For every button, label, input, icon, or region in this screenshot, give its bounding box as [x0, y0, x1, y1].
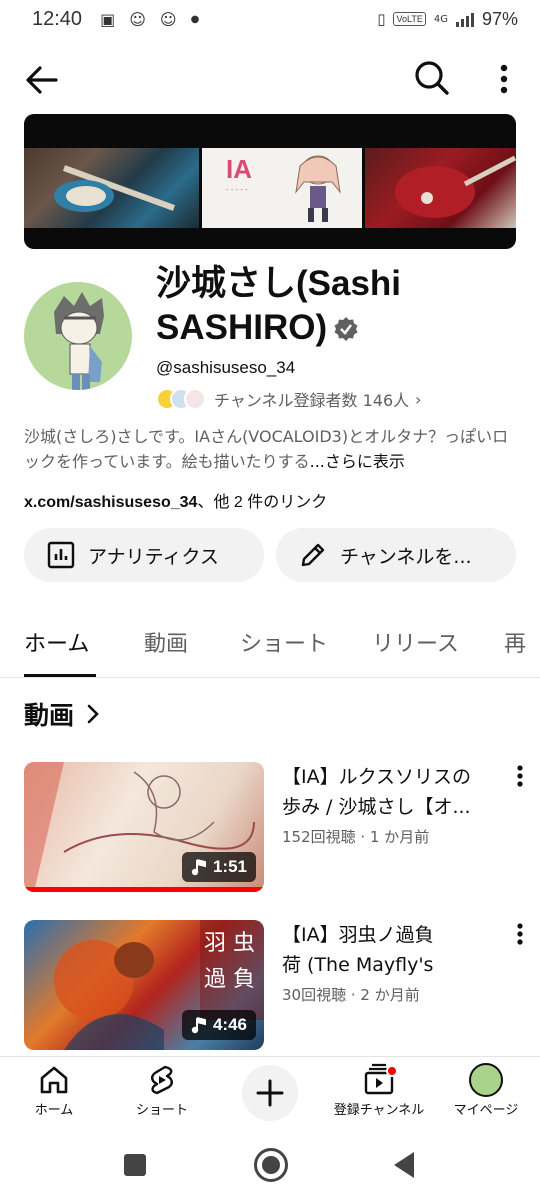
new-content-dot	[386, 1065, 398, 1077]
video-thumbnail[interactable]: 1:51	[24, 762, 264, 892]
volte-badge: VoLTE	[393, 12, 426, 26]
channel-link-more: 、他 2 件のリンク	[197, 494, 328, 511]
subscriber-avatar	[184, 388, 206, 410]
nav-subscriptions[interactable]: 登録チャンネル	[324, 1063, 434, 1118]
search-icon[interactable]	[412, 58, 452, 98]
channel-tabs: ホーム 動画 ショート リリース 再	[0, 608, 540, 678]
nav-shorts[interactable]: ショート	[108, 1063, 216, 1118]
svg-text:羽 虫: 羽 虫	[204, 931, 255, 956]
notification-icons: ▣ ☺ ☺ ●	[100, 10, 199, 29]
music-note-icon	[191, 859, 206, 876]
battery-level: 97%	[481, 8, 518, 29]
duration-badge: 1:51	[181, 852, 256, 882]
subscriber-count-text: チャンネル登録者数 146人	[214, 391, 410, 410]
show-more-link[interactable]: ...さらに表示	[309, 452, 405, 471]
video-thumbnail[interactable]: 羽 虫 過 負 4:46	[24, 920, 264, 1050]
nav-shorts-label: ショート	[135, 1103, 188, 1118]
system-home-button[interactable]	[254, 1148, 288, 1182]
tab-home[interactable]: ホーム	[24, 626, 89, 658]
more-notifications-dot-icon: ●	[190, 13, 200, 25]
music-note-icon	[191, 1017, 206, 1034]
channel-link-main: x.com/sashisuseso_34	[24, 494, 198, 511]
banner-guitar-image-right	[365, 148, 516, 228]
channel-description-text: 沙城(さしろ)さしです。IAさん(VOCALOID3)とオルタナ？っぽいロックを…	[24, 427, 509, 471]
nav-you[interactable]: マイページ	[432, 1063, 540, 1118]
watch-progress-bar	[24, 887, 264, 892]
channel-handle: @sashisuseso_34	[156, 358, 296, 377]
ia-character-illustration	[295, 155, 341, 222]
video-meta: 30回視聴 · 2 か月前	[282, 986, 420, 1004]
video-duration: 4:46	[212, 1015, 247, 1034]
video-title[interactable]: 【IA】羽虫ノ過負 荷 (The Mayfly's Overl...	[282, 920, 504, 980]
duration-badge: 4:46	[181, 1010, 256, 1040]
analytics-button[interactable]: アナリティクス	[24, 528, 264, 582]
channel-name-text: 沙城さし(Sashi SASHIRO)	[156, 264, 402, 347]
app-notification-icon-2: ☺	[159, 9, 177, 29]
status-time: 12:40	[32, 7, 83, 30]
channel-description[interactable]: 沙城(さしろ)さしです。IAさん(VOCALOID3)とオルタナ？っぽいロックを…	[24, 424, 514, 474]
vibrate-icon: ▯	[377, 10, 386, 28]
video-item[interactable]: 羽 虫 過 負 4:46 【IA】羽虫ノ過負 荷 (The Mayfly's O…	[24, 920, 540, 1050]
signal-icon	[455, 11, 474, 27]
analytics-icon	[47, 541, 75, 569]
banner-guitar-image-left	[24, 148, 199, 228]
chevron-right-icon	[87, 704, 99, 724]
channel-links[interactable]: x.com/sashisuseso_34、他 2 件のリンク	[24, 488, 327, 512]
channel-avatar[interactable]	[24, 282, 132, 390]
back-arrow-icon[interactable]	[22, 62, 62, 98]
top-app-bar	[0, 50, 540, 110]
edit-channel-button[interactable]: チャンネルを...	[276, 528, 516, 582]
tab-releases[interactable]: リリース	[372, 626, 459, 658]
video-item[interactable]: 1:51 【IA】ルクスソリスの 歩み / 沙城さし【オ... 152回視聴 ·…	[24, 762, 540, 892]
video-more-icon[interactable]	[510, 762, 530, 792]
banner-ia-subtitle-graphic: - - - - -	[226, 186, 248, 194]
app-notification-icon: ☺	[129, 9, 146, 29]
tab-shorts[interactable]: ショート	[240, 626, 328, 658]
plus-icon	[256, 1079, 284, 1107]
subscriber-count[interactable]: チャンネル登録者数 146人 ›	[156, 387, 422, 411]
svg-text:過 負: 過 負	[204, 967, 255, 992]
android-navigation-bar	[0, 1126, 540, 1200]
tab-videos[interactable]: 動画	[144, 626, 188, 658]
home-icon	[40, 1066, 68, 1094]
subscriber-avatars	[156, 388, 206, 410]
analytics-button-label: アナリティクス	[88, 545, 219, 568]
tv-icon: ▣	[100, 9, 116, 29]
more-vert-icon[interactable]	[490, 60, 518, 100]
create-button[interactable]	[242, 1065, 298, 1121]
edit-channel-button-label: チャンネルを...	[340, 545, 472, 568]
videos-section-header[interactable]: 動画	[24, 696, 104, 732]
pencil-icon	[301, 543, 325, 567]
banner-ia-artwork: IA - - - - -	[202, 148, 362, 228]
tab-playlists-partial[interactable]: 再	[504, 626, 526, 658]
nav-home[interactable]: ホーム	[0, 1063, 108, 1118]
video-title[interactable]: 【IA】ルクスソリスの 歩み / 沙城さし【オ...	[282, 762, 504, 822]
channel-name: 沙城さし(Sashi SASHIRO)	[156, 262, 526, 350]
video-meta: 152回視聴 · 1 か月前	[282, 828, 430, 846]
nav-home-label: ホーム	[34, 1103, 74, 1118]
system-back-button[interactable]	[394, 1152, 414, 1178]
system-status-icons: ▯ VoLTE 4G 97%	[377, 9, 518, 30]
video-duration: 1:51	[212, 857, 247, 876]
section-title: 動画	[24, 701, 75, 730]
status-bar: 12:40 ▣ ☺ ☺ ● ▯ VoLTE 4G 97%	[0, 0, 540, 38]
recent-apps-button[interactable]	[124, 1154, 146, 1176]
shorts-icon	[151, 1065, 173, 1095]
bottom-navigation: ホーム ショート 登録チャンネル マイページ	[0, 1056, 540, 1126]
my-avatar	[469, 1063, 503, 1097]
banner-ia-logo: IA	[226, 154, 252, 184]
chevron-right-icon: ›	[415, 389, 422, 409]
network-type-label: 4G	[433, 13, 448, 25]
nav-subscriptions-label: 登録チャンネル	[333, 1103, 425, 1118]
channel-banner: IA - - - - -	[24, 114, 516, 249]
active-tab-indicator	[24, 674, 96, 677]
video-more-icon[interactable]	[510, 920, 530, 950]
avatar-illustration	[54, 292, 104, 390]
verified-badge-icon	[334, 317, 358, 341]
nav-you-label: マイページ	[453, 1103, 519, 1118]
